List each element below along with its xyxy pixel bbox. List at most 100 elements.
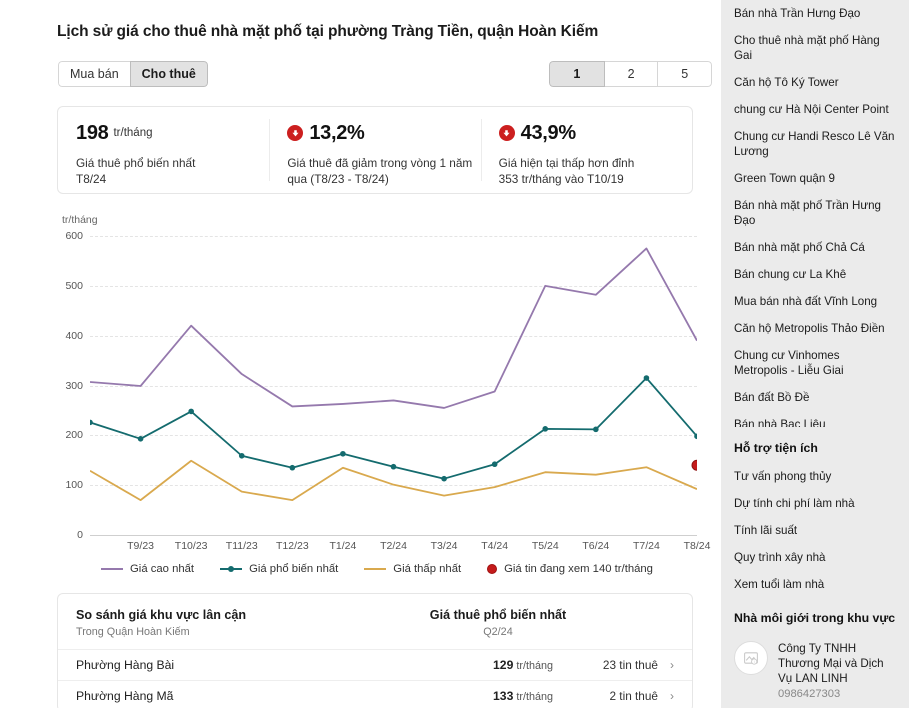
- ward-listing-count: 2 tin thuê: [553, 689, 658, 703]
- sidebar-link-9[interactable]: Mua bán nhà đất Vĩnh Long: [734, 288, 896, 315]
- ward-listing-count: 23 tin thuê: [553, 658, 658, 672]
- mode-toggle[interactable]: Mua bán Cho thuê: [58, 61, 208, 87]
- legend-item[interactable]: Giá phổ biến nhất: [220, 563, 338, 575]
- stat-description: Giá hiện tại thấp hơn đỉnh 353 tr/tháng …: [499, 155, 692, 187]
- right-sidebar: Bán nhà Trần Hưng ĐạoCho thuê nhà mặt ph…: [713, 0, 909, 708]
- current-listing-marker[interactable]: [692, 460, 697, 470]
- y-axis-unit-label: tr/tháng: [62, 214, 98, 226]
- ward-name: Phường Hàng Mã: [76, 689, 403, 703]
- sidebar-link-11[interactable]: Chung cư Vinhomes Metropolis - Liễu Giai: [734, 342, 896, 384]
- sidebar-link-5[interactable]: Green Town quận 9: [734, 165, 896, 192]
- sidebar-link-3[interactable]: chung cư Hà Nội Center Point: [734, 96, 896, 123]
- ward-price-unit: tr/tháng: [516, 660, 553, 672]
- sidebar-link-8[interactable]: Bán chung cư La Khê: [734, 261, 896, 288]
- legend-item[interactable]: Giá thấp nhất: [364, 563, 461, 575]
- sidebar-link-2[interactable]: Căn hộ Tô Ký Tower: [734, 69, 896, 96]
- range-toggle[interactable]: 1 năm 2 năm 5 năm: [549, 61, 712, 87]
- range-option-1-nam[interactable]: 1 năm: [549, 61, 605, 87]
- chevron-right-icon[interactable]: ›: [658, 658, 674, 672]
- sidebar-link-0[interactable]: Bán nhà Trần Hưng Đạo: [734, 0, 896, 27]
- stat-value-row: 13,2%: [287, 122, 480, 144]
- chart-data-point[interactable]: [90, 420, 93, 426]
- utility-link-1[interactable]: Dự tính chi phí làm nhà: [734, 490, 896, 517]
- chart-data-point[interactable]: [239, 453, 245, 459]
- sidebar-link-6[interactable]: Bán nhà mặt phố Trần Hưng Đạo: [734, 192, 896, 234]
- x-axis-tick-label: T9/23: [127, 540, 154, 552]
- y-axis-tick-label: 200: [57, 429, 83, 441]
- x-axis-tick-label: T8/24: [684, 540, 711, 552]
- stat-value: 198: [76, 122, 108, 145]
- ward-price-value: 129: [493, 658, 513, 672]
- ward-price-unit: tr/tháng: [516, 691, 553, 703]
- chart-data-point[interactable]: [290, 465, 296, 471]
- arrow-down-icon: [499, 125, 515, 141]
- stat-value: 13,2%: [309, 122, 364, 145]
- x-axis-tick-label: T5/24: [532, 540, 559, 552]
- arrow-down-icon: [287, 125, 303, 141]
- stat-description-line2: 353 tr/tháng vào T10/19: [499, 171, 692, 187]
- stat-description-line2: T8/24: [76, 171, 269, 187]
- chart-x-axis-line: [90, 535, 697, 536]
- list-item[interactable]: i Công Ty TNHH Thương Mại và Dịch Vụ LAN…: [734, 633, 896, 700]
- broker-name: Công Ty TNHH Thương Mại và Dịch Vụ LAN L…: [778, 641, 896, 686]
- chart-data-point[interactable]: [138, 436, 144, 442]
- stat-description-line1: Giá thuê đã giảm trong vòng 1 năm: [287, 155, 480, 171]
- chevron-right-icon[interactable]: ›: [658, 689, 674, 703]
- ward-price: 129tr/tháng: [403, 658, 553, 672]
- broker-phone: 0986427303: [778, 688, 896, 700]
- mode-option-mua-ban[interactable]: Mua bán: [58, 61, 131, 87]
- sidebar-link-12[interactable]: Bán đất Bồ Đề: [734, 384, 896, 411]
- x-axis-tick-label: T11/23: [226, 540, 258, 552]
- comparison-column-subtitle: Q2/24: [374, 626, 622, 638]
- chart-data-point[interactable]: [542, 426, 548, 432]
- chart-data-point[interactable]: [391, 464, 397, 470]
- x-axis-tick-label: T2/24: [380, 540, 407, 552]
- price-history-page: Lịch sử giá cho thuê nhà mặt phố tại phư…: [0, 0, 909, 708]
- ward-price-value: 133: [493, 689, 513, 703]
- table-row[interactable]: Phường Hàng Bài 129tr/tháng 23 tin thuê …: [58, 649, 692, 680]
- list-item[interactable]: Công Ty TNHH Đầu Tư Và: [734, 700, 896, 708]
- x-axis-tick-label: T7/24: [633, 540, 660, 552]
- y-axis-tick-label: 600: [57, 230, 83, 242]
- chart-data-point[interactable]: [492, 461, 498, 467]
- utility-link-2[interactable]: Tính lãi suất: [734, 517, 896, 544]
- utility-link-4[interactable]: Xem tuổi làm nhà: [734, 571, 896, 598]
- utility-link-3[interactable]: Quy trình xây nhà: [734, 544, 896, 571]
- mode-option-cho-thue[interactable]: Cho thuê: [130, 61, 208, 87]
- y-axis-tick-label: 500: [57, 280, 83, 292]
- chart-data-point[interactable]: [188, 409, 194, 415]
- y-axis-tick-label: 300: [57, 380, 83, 392]
- chart-data-point[interactable]: [593, 427, 599, 433]
- stat-value-row: 198 tr/tháng: [76, 122, 269, 144]
- broker-info: Công Ty TNHH Thương Mại và Dịch Vụ LAN L…: [778, 641, 896, 700]
- stat-card-yearly-change: 13,2% Giá thuê đã giảm trong vòng 1 năm …: [269, 107, 480, 193]
- summary-stats: 198 tr/tháng Giá thuê phổ biến nhất T8/2…: [57, 106, 693, 194]
- chart-data-point[interactable]: [340, 451, 346, 457]
- sidebar-link-1[interactable]: Cho thuê nhà mặt phố Hàng Gai: [734, 27, 896, 69]
- chart-data-point[interactable]: [644, 375, 650, 381]
- legend-item-current-listing[interactable]: Giá tin đang xem 140 tr/tháng: [487, 563, 653, 575]
- utilities-title: Hỗ trợ tiện ích: [734, 437, 896, 463]
- chart-legend: Giá cao nhất Giá phổ biến nhất Giá thấp nh…: [57, 563, 697, 575]
- ward-price: 133tr/tháng: [403, 689, 553, 703]
- x-axis-tick-label: T10/23: [175, 540, 208, 552]
- sidebar-link-10[interactable]: Căn hộ Metropolis Thảo Điền: [734, 315, 896, 342]
- legend-swatch: [364, 568, 386, 570]
- stat-description-line2: qua (T8/23 - T8/24): [287, 171, 480, 187]
- y-axis-tick-label: 400: [57, 330, 83, 342]
- utility-link-0[interactable]: Tư vấn phong thủy: [734, 463, 896, 490]
- legend-label: Giá cao nhất: [130, 563, 194, 575]
- sidebar-link-4[interactable]: Chung cư Handi Resco Lê Văn Lương: [734, 123, 896, 165]
- y-axis-tick-label: 0: [57, 529, 83, 541]
- utilities-list: Tư vấn phong thủyDự tính chi phí làm nhà…: [734, 463, 896, 598]
- x-axis-tick-label: T12/23: [276, 540, 309, 552]
- stat-card-below-peak: 43,9% Giá hiện tại thấp hơn đỉnh 353 tr/…: [481, 107, 692, 193]
- legend-item[interactable]: Giá cao nhất: [101, 563, 194, 575]
- range-option-2-nam[interactable]: 2 năm: [604, 61, 659, 87]
- image-placeholder-icon: i: [734, 641, 768, 675]
- range-option-5-nam[interactable]: 5 năm: [657, 61, 712, 87]
- x-axis-tick-label: T6/24: [582, 540, 609, 552]
- table-row[interactable]: Phường Hàng Mã 133tr/tháng 2 tin thuê ›: [58, 680, 692, 708]
- sidebar-link-7[interactable]: Bán nhà mặt phố Chả Cá: [734, 234, 896, 261]
- chart-data-point[interactable]: [441, 476, 447, 482]
